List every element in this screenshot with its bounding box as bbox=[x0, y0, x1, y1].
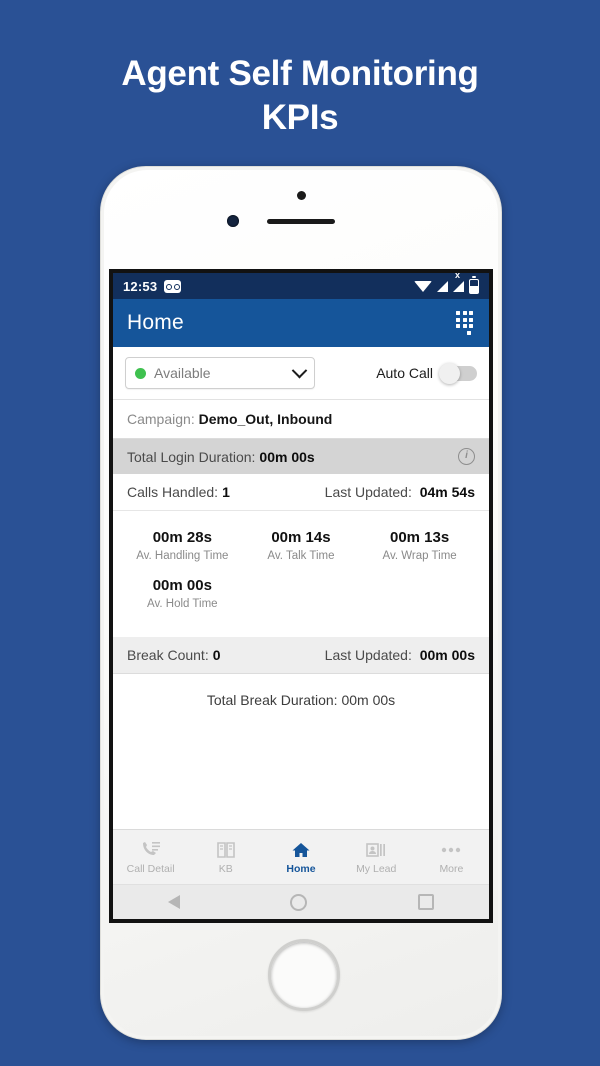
chevron-down-icon bbox=[291, 362, 308, 378]
status-bar-clock: 12:53 bbox=[123, 278, 158, 294]
break-last-updated-value: 00m 00s bbox=[419, 647, 475, 663]
break-last-updated-label: Last Updated: bbox=[324, 647, 412, 663]
nav-label: More bbox=[439, 862, 464, 875]
home-circle-icon[interactable] bbox=[290, 893, 308, 911]
calls-handled-value: 1 bbox=[222, 484, 230, 500]
infinity-badge-icon bbox=[164, 279, 182, 293]
total-login-duration-row: Total Login Duration: 00m 00s i bbox=[113, 439, 489, 474]
signal-no-service-icon bbox=[453, 273, 464, 292]
call-detail-icon bbox=[141, 840, 161, 860]
phone-mockup: 12:53 Home Available bbox=[100, 166, 502, 1040]
bottom-navigation: Call Detail KB Home My Lead More bbox=[113, 829, 489, 884]
metric-label: Av. Handling Time bbox=[136, 550, 229, 562]
proximity-sensor-icon bbox=[297, 191, 306, 200]
nav-label: Call Detail bbox=[126, 862, 175, 875]
battery-icon bbox=[469, 276, 479, 294]
phone-screen: 12:53 Home Available bbox=[109, 269, 493, 923]
wifi-icon bbox=[414, 280, 432, 292]
page-title: Agent Self Monitoring KPIs bbox=[0, 52, 600, 140]
break-count-label: Break Count: bbox=[127, 647, 209, 663]
status-bar: 12:53 bbox=[113, 273, 489, 299]
front-camera-icon bbox=[227, 215, 239, 227]
metric-value: 00m 14s bbox=[271, 529, 331, 546]
nav-item-kb[interactable]: KB bbox=[188, 830, 263, 884]
metric-tile: 00m 00s Av. Hold Time bbox=[123, 573, 242, 621]
metric-value: 00m 28s bbox=[152, 529, 212, 546]
agent-status-value: Available bbox=[154, 365, 211, 381]
campaign-value: Demo_Out, Inbound bbox=[198, 411, 333, 427]
campaign-label: Campaign: bbox=[127, 411, 195, 427]
break-last-updated: Last Updated: 00m 00s bbox=[325, 647, 475, 663]
nav-item-more[interactable]: More bbox=[414, 830, 489, 884]
metric-tile: 00m 13s Av. Wrap Time bbox=[360, 525, 479, 573]
nav-item-home[interactable]: Home bbox=[263, 830, 338, 884]
nav-label: My Lead bbox=[356, 862, 397, 875]
campaign-row: Campaign: Demo_Out, Inbound bbox=[113, 400, 489, 439]
content-spacer bbox=[113, 726, 489, 829]
book-icon bbox=[216, 840, 236, 860]
calls-last-updated: Last Updated: 04m 54s bbox=[325, 484, 475, 500]
more-dots-icon bbox=[440, 840, 462, 860]
dialpad-icon[interactable] bbox=[454, 311, 475, 335]
home-icon bbox=[291, 840, 311, 860]
page-title-line-1: Agent Self Monitoring bbox=[121, 54, 479, 93]
page-title-line-2: KPIs bbox=[261, 98, 339, 137]
recents-square-icon[interactable] bbox=[417, 894, 434, 910]
metric-tile: 00m 28s Av. Handling Time bbox=[123, 525, 242, 573]
contact-card-icon bbox=[366, 840, 386, 860]
nav-label: Home bbox=[286, 862, 316, 875]
android-navigation-bar bbox=[113, 884, 489, 919]
metric-tile: 00m 14s Av. Talk Time bbox=[242, 525, 361, 573]
nav-item-my-lead[interactable]: My Lead bbox=[339, 830, 414, 884]
app-bar: Home bbox=[113, 299, 489, 347]
nav-label: KB bbox=[218, 862, 233, 875]
break-count-value: 0 bbox=[212, 647, 221, 663]
metric-label: Av. Wrap Time bbox=[382, 550, 457, 562]
total-login-duration-value: 00m 00s bbox=[259, 448, 315, 465]
metric-label: Av. Hold Time bbox=[147, 598, 218, 610]
status-bar-icons bbox=[414, 273, 479, 294]
signal-icon bbox=[437, 280, 448, 292]
nav-item-call-detail[interactable]: Call Detail bbox=[113, 830, 188, 884]
calls-handled-row: Calls Handled: 1 Last Updated: 04m 54s bbox=[113, 474, 489, 511]
kpi-metrics-grid: 00m 28s Av. Handling Time 00m 14s Av. Ta… bbox=[113, 511, 489, 637]
calls-handled-label: Calls Handled: bbox=[127, 484, 219, 500]
toggle-knob bbox=[439, 362, 460, 384]
agent-status-select[interactable]: Available bbox=[125, 357, 315, 389]
info-icon[interactable]: i bbox=[458, 448, 475, 465]
metric-value: 00m 13s bbox=[389, 529, 450, 546]
app-bar-title: Home bbox=[127, 311, 184, 334]
agent-status-row: Available Auto Call bbox=[113, 347, 489, 400]
break-count-row: Break Count: 0 Last Updated: 00m 00s bbox=[113, 637, 489, 674]
total-login-duration-label: Total Login Duration: bbox=[127, 448, 256, 465]
metric-value: 00m 00s bbox=[152, 577, 212, 594]
calls-last-updated-value: 04m 54s bbox=[419, 484, 475, 500]
calls-last-updated-label: Last Updated: bbox=[324, 484, 412, 500]
auto-call-toggle[interactable] bbox=[439, 362, 477, 384]
total-break-duration: Total Break Duration: 00m 00s bbox=[113, 674, 489, 726]
hardware-home-button[interactable] bbox=[268, 939, 340, 1011]
status-dot-icon bbox=[135, 367, 146, 379]
earpiece-speaker bbox=[267, 219, 335, 224]
back-triangle-icon[interactable] bbox=[168, 895, 181, 909]
auto-call-label: Auto Call bbox=[376, 365, 433, 381]
auto-call-control: Auto Call bbox=[376, 362, 477, 384]
metric-label: Av. Talk Time bbox=[267, 550, 335, 562]
